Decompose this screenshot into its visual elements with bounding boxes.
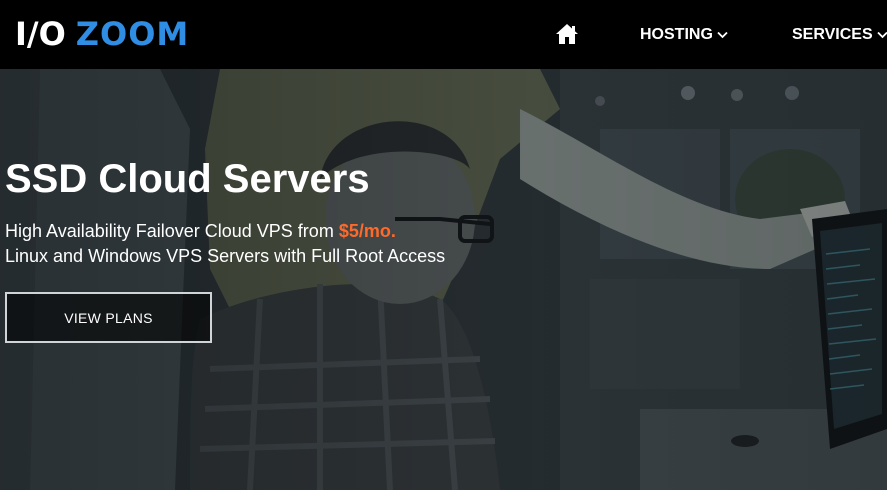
hero-price: $5/mo. — [338, 221, 396, 241]
top-navbar: I/O ZOOM HOSTING SERVICES — [0, 0, 887, 69]
hero-subtitle-line-2: Linux and Windows VPS Servers with Full … — [5, 246, 446, 266]
hero-title: SSD Cloud Servers — [5, 157, 370, 201]
view-plans-button[interactable]: VIEW PLANS — [5, 292, 212, 343]
hero-subtitle-line-1: High Availability Failover Cloud VPS fro… — [5, 220, 396, 242]
nav-item-services-label: SERVICES — [792, 26, 873, 43]
hero-banner: SSD Cloud Servers High Availability Fail… — [0, 69, 887, 490]
view-plans-label: VIEW PLANS — [64, 309, 153, 326]
hero-subtitle-prefix: High Availability Failover Cloud VPS fro… — [5, 221, 339, 241]
home-icon — [556, 24, 578, 44]
logo-io-text: I/O — [15, 15, 66, 53]
nav-item-hosting-label: HOSTING — [640, 26, 713, 43]
site-logo[interactable]: I/O ZOOM — [15, 14, 189, 54]
nav-home-link[interactable] — [554, 22, 580, 46]
logo-zoom-text: ZOOM — [75, 15, 190, 53]
hero-dark-overlay — [0, 69, 887, 490]
chevron-down-icon — [717, 31, 728, 39]
chevron-down-icon — [876, 31, 887, 39]
nav-item-hosting[interactable]: HOSTING — [640, 24, 728, 46]
nav-item-services[interactable]: SERVICES — [792, 24, 887, 46]
